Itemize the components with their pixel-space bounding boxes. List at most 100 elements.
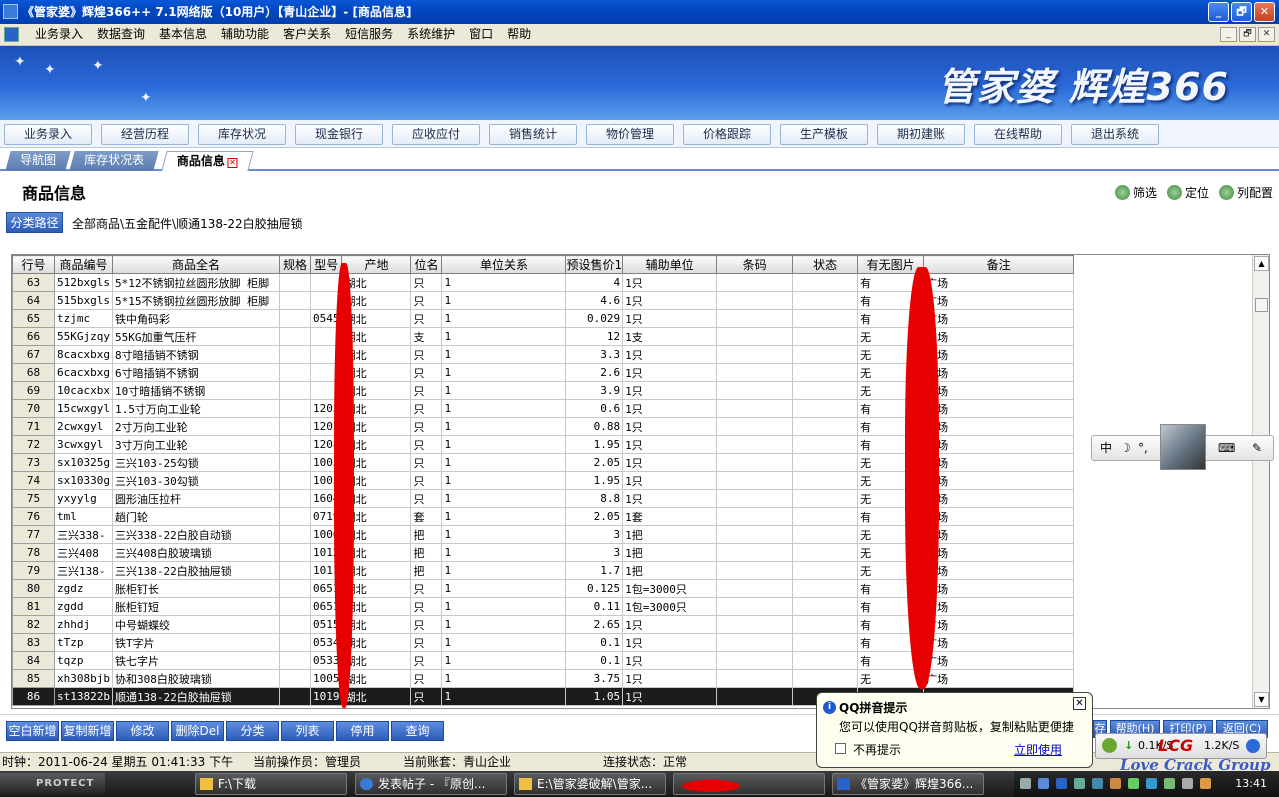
table-cell[interactable]: 3.75 (565, 669, 624, 688)
table-cell[interactable]: 铁T字片 (111, 633, 280, 652)
task-folder-downloads[interactable]: F:\下载 (195, 773, 347, 795)
table-cell[interactable]: 5*12不锈钢拉丝圆形放脚 柜脚 (111, 273, 280, 292)
delete-button[interactable]: 删除Del (171, 721, 224, 741)
notification-close-icon[interactable]: ✕ (1073, 697, 1086, 710)
table-cell[interactable]: 只 (410, 471, 443, 490)
table-cell[interactable]: 10寸暗插销不锈钢 (111, 381, 280, 400)
table-cell[interactable] (792, 453, 859, 472)
column-header[interactable]: 行号 (12, 255, 55, 274)
table-cell[interactable] (716, 525, 794, 544)
table-cell[interactable] (278, 615, 311, 634)
row-number[interactable]: 72 (12, 435, 55, 454)
table-cell[interactable] (716, 687, 794, 706)
table-cell[interactable]: 只 (410, 651, 443, 670)
table-cell[interactable] (278, 453, 311, 472)
table-cell[interactable] (278, 579, 311, 598)
table-cell[interactable]: 广场 (923, 525, 1075, 544)
table-cell[interactable]: 1 (441, 381, 567, 400)
table-cell[interactable]: 2cwxgyl (54, 417, 113, 436)
nav-online-help[interactable]: 在线帮助 (974, 124, 1062, 145)
column-config-button[interactable]: 列配置 (1218, 184, 1273, 201)
nav-sales-stats[interactable]: 销售统计 (489, 124, 577, 145)
table-cell[interactable]: 15cwxgyl (54, 399, 113, 418)
table-cell[interactable] (716, 489, 794, 508)
table-cell[interactable]: 广场 (923, 363, 1075, 382)
task-guanjiapo[interactable]: 《管家婆》辉煌366... (832, 773, 984, 795)
table-cell[interactable]: 1 (441, 687, 567, 706)
table-cell[interactable]: 3.3 (565, 345, 624, 364)
row-number[interactable]: 76 (12, 507, 55, 526)
column-header[interactable]: 型号 (309, 255, 343, 274)
row-number[interactable]: 80 (12, 579, 55, 598)
table-cell[interactable]: 1019 (309, 687, 343, 706)
tray-icon[interactable] (1110, 778, 1121, 789)
table-cell[interactable]: 广场 (923, 273, 1075, 292)
table-cell[interactable]: 只 (410, 363, 443, 382)
table-cell[interactable]: 0.125 (565, 579, 624, 598)
table-cell[interactable] (716, 435, 794, 454)
table-cell[interactable]: 1只 (622, 273, 718, 292)
table-cell[interactable]: 3 (565, 525, 624, 544)
table-cell[interactable] (716, 633, 794, 652)
table-cell[interactable] (792, 291, 859, 310)
row-number[interactable]: 74 (12, 471, 55, 490)
table-cell[interactable]: 2寸万向工业轮 (111, 417, 280, 436)
table-cell[interactable]: zgdz (54, 579, 113, 598)
table-cell[interactable]: 只 (410, 273, 443, 292)
table-cell[interactable]: 1只 (622, 363, 718, 382)
tab-navigation-map[interactable]: 导航图 (5, 151, 71, 171)
table-cell[interactable]: 3 (565, 543, 624, 562)
task-redacted[interactable] (673, 773, 825, 795)
table-cell[interactable] (716, 579, 794, 598)
table-cell[interactable]: sx10325g (54, 453, 113, 472)
row-number[interactable]: 68 (12, 363, 55, 382)
row-number[interactable]: 73 (12, 453, 55, 472)
table-cell[interactable] (716, 417, 794, 436)
menu-sms-service[interactable]: 短信服务 (338, 24, 400, 45)
column-header[interactable]: 单位关系 (441, 255, 567, 274)
table-cell[interactable]: 1只 (622, 435, 718, 454)
table-cell[interactable]: 三兴408 (54, 543, 113, 562)
table-cell[interactable]: 5*15不锈钢拉丝圆形放脚 柜脚 (111, 291, 280, 310)
table-cell[interactable]: 1 (441, 561, 567, 580)
table-cell[interactable]: tml (54, 507, 113, 526)
table-cell[interactable]: 1 (441, 345, 567, 364)
table-cell[interactable]: 三兴338-22白胶自动锁 (111, 525, 280, 544)
table-cell[interactable]: 1套 (622, 507, 718, 526)
table-cell[interactable]: 广场 (923, 291, 1075, 310)
table-cell[interactable]: zhhdj (54, 615, 113, 634)
table-cell[interactable] (792, 489, 859, 508)
table-cell[interactable]: 三兴338- (54, 525, 113, 544)
table-cell[interactable]: 1只 (622, 453, 718, 472)
table-cell[interactable] (716, 471, 794, 490)
punctuation-icon[interactable]: °, (1138, 436, 1148, 460)
table-cell[interactable] (792, 633, 859, 652)
row-number[interactable]: 84 (12, 651, 55, 670)
query-button[interactable]: 查询 (391, 721, 444, 741)
table-cell[interactable]: 1.5寸万向工业轮 (111, 399, 280, 418)
table-cell[interactable]: 1只 (622, 489, 718, 508)
avatar[interactable] (1160, 424, 1206, 470)
table-cell[interactable]: 1 (441, 453, 567, 472)
table-cell[interactable]: 0.1 (565, 651, 624, 670)
table-cell[interactable]: 1包=3000只 (622, 597, 718, 616)
dont-show-again-checkbox[interactable] (835, 743, 846, 754)
table-cell[interactable]: 顺通138-22白胶抽屉锁 (111, 687, 280, 706)
table-cell[interactable]: 1 (441, 669, 567, 688)
column-header[interactable]: 商品编号 (54, 255, 113, 274)
row-number[interactable]: 69 (12, 381, 55, 400)
table-cell[interactable] (792, 525, 859, 544)
table-cell[interactable]: 只 (410, 615, 443, 634)
tray-icon[interactable] (1128, 778, 1139, 789)
table-cell[interactable]: 只 (410, 309, 443, 328)
nav-business-history[interactable]: 经营历程 (101, 124, 189, 145)
row-number[interactable]: 70 (12, 399, 55, 418)
dont-show-again-label[interactable]: 不再提示 (853, 741, 901, 758)
table-cell[interactable]: 广场 (923, 399, 1075, 418)
table-cell[interactable]: 圆形油压拉杆 (111, 489, 280, 508)
table-cell[interactable] (792, 615, 859, 634)
table-cell[interactable] (792, 669, 859, 688)
table-cell[interactable]: 广场 (923, 345, 1075, 364)
table-cell[interactable]: 1把 (622, 561, 718, 580)
row-number[interactable]: 77 (12, 525, 55, 544)
